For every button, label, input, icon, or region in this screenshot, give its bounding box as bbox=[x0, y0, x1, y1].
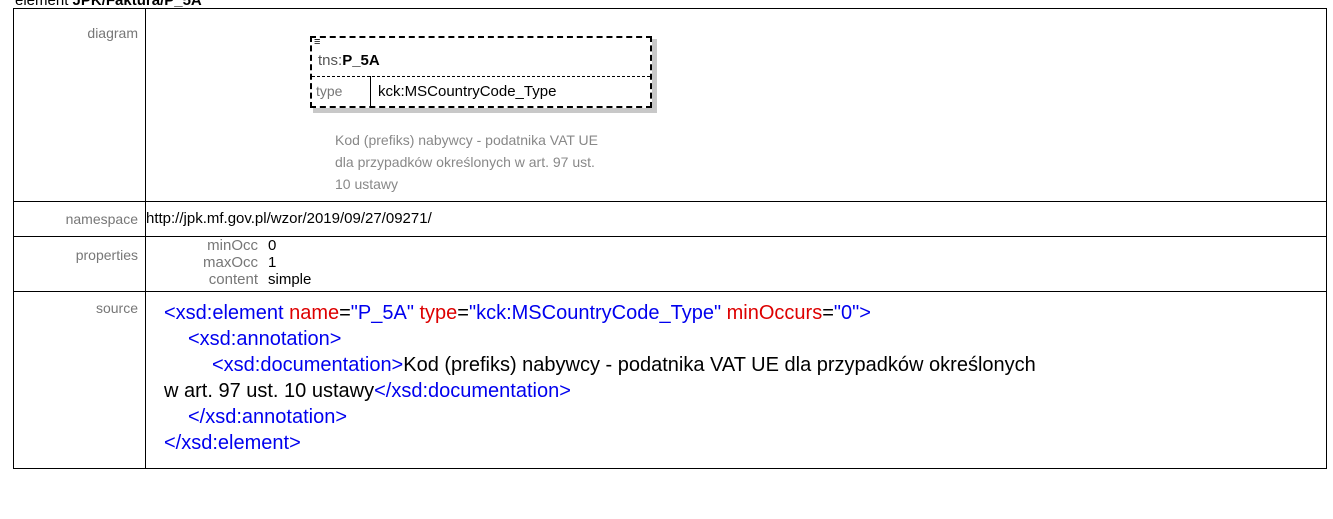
xml-tag-close: > bbox=[859, 302, 871, 324]
property-key: content bbox=[208, 271, 258, 288]
property-key: minOcc bbox=[207, 237, 258, 254]
property-row: content simple bbox=[146, 271, 446, 289]
xml-attr-value: "0" bbox=[833, 302, 860, 324]
xml-attr-value: "kck:MSCountryCode_Type" bbox=[468, 302, 722, 324]
diagram-ns-prefix: tns: bbox=[318, 52, 343, 69]
namespace-value: http://jpk.mf.gov.pl/wzor/2019/09/27/092… bbox=[145, 201, 1327, 237]
property-value: 0 bbox=[268, 237, 277, 254]
source-row: source <xsd:element name="P_5A" type="kc… bbox=[13, 291, 1327, 469]
property-key: maxOcc bbox=[202, 254, 258, 271]
xml-tag: <xsd:element bbox=[164, 302, 284, 324]
diagram-row: diagram ≡ tns:P_5A type kck:MSCountryCod… bbox=[13, 8, 1327, 202]
source-line: w art. 97 ust. 10 ustawy</xsd:documentat… bbox=[164, 378, 1326, 404]
xml-tag: </xsd:element> bbox=[164, 432, 301, 454]
diagram-name: P_5A bbox=[342, 52, 380, 69]
source-code: <xsd:element name="P_5A" type="kck:MSCou… bbox=[146, 292, 1326, 456]
source-line: </xsd:element> bbox=[164, 430, 1326, 456]
element-diagram: ≡ tns:P_5A type kck:MSCountryCode_Type K… bbox=[146, 9, 657, 199]
namespace-row: namespace http://jpk.mf.gov.pl/wzor/2019… bbox=[13, 201, 1327, 237]
properties-row: properties minOcc 0 maxOcc 1 content sim… bbox=[13, 236, 1327, 292]
property-value: 1 bbox=[268, 254, 277, 271]
diagram-element-name: tns:P_5A bbox=[318, 52, 380, 69]
source-line: <xsd:annotation> bbox=[164, 326, 1326, 352]
xml-tag: </xsd:annotation> bbox=[188, 406, 348, 428]
xml-tag: <xsd:annotation> bbox=[188, 328, 342, 350]
property-row: minOcc 0 bbox=[146, 237, 446, 255]
diagram-label: diagram bbox=[13, 8, 146, 202]
diagram-element-box[interactable]: ≡ tns:P_5A type kck:MSCountryCode_Type bbox=[310, 36, 652, 108]
source-label: source bbox=[13, 291, 146, 469]
properties-cell: minOcc 0 maxOcc 1 content simple bbox=[145, 236, 1327, 292]
properties-list: minOcc 0 maxOcc 1 content simple bbox=[146, 237, 1326, 291]
property-value: simple bbox=[268, 271, 312, 288]
xml-attr-name: name bbox=[289, 302, 340, 324]
property-row: maxOcc 1 bbox=[146, 254, 446, 272]
source-line: </xsd:annotation> bbox=[164, 404, 1326, 430]
source-cell: <xsd:element name="P_5A" type="kck:MSCou… bbox=[145, 291, 1327, 469]
xml-tag: <xsd:documentation> bbox=[212, 354, 404, 376]
xml-attr-name: type bbox=[419, 302, 458, 324]
namespace-label: namespace bbox=[13, 201, 146, 237]
diagram-type-label: type bbox=[316, 83, 343, 99]
diagram-type-divider bbox=[370, 76, 371, 106]
diagram-divider bbox=[312, 76, 650, 77]
xml-text: w art. 97 ust. 10 ustawy bbox=[164, 380, 375, 402]
sequence-icon: ≡ bbox=[314, 36, 321, 48]
xml-equals: = bbox=[457, 302, 469, 324]
source-line: <xsd:documentation>Kod (prefiks) nabywcy… bbox=[164, 352, 1326, 378]
element-doc-table: diagram ≡ tns:P_5A type kck:MSCountryCod… bbox=[13, 8, 1327, 469]
xml-equals: = bbox=[339, 302, 351, 324]
xml-attr-value: "P_5A" bbox=[350, 302, 414, 324]
source-line: <xsd:element name="P_5A" type="kck:MSCou… bbox=[164, 300, 1326, 326]
xml-attr-name: minOccurs bbox=[726, 302, 823, 324]
diagram-type-value: kck:MSCountryCode_Type bbox=[378, 83, 557, 100]
xml-text: Kod (prefiks) nabywcy - podatnika VAT UE… bbox=[403, 354, 1036, 376]
properties-label: properties bbox=[13, 236, 146, 292]
xml-tag: </xsd:documentation> bbox=[374, 380, 571, 402]
diagram-cell: ≡ tns:P_5A type kck:MSCountryCode_Type K… bbox=[145, 8, 1327, 202]
xml-equals: = bbox=[822, 302, 834, 324]
diagram-documentation: Kod (prefiks) nabywcy - podatnika VAT UE… bbox=[335, 132, 598, 192]
